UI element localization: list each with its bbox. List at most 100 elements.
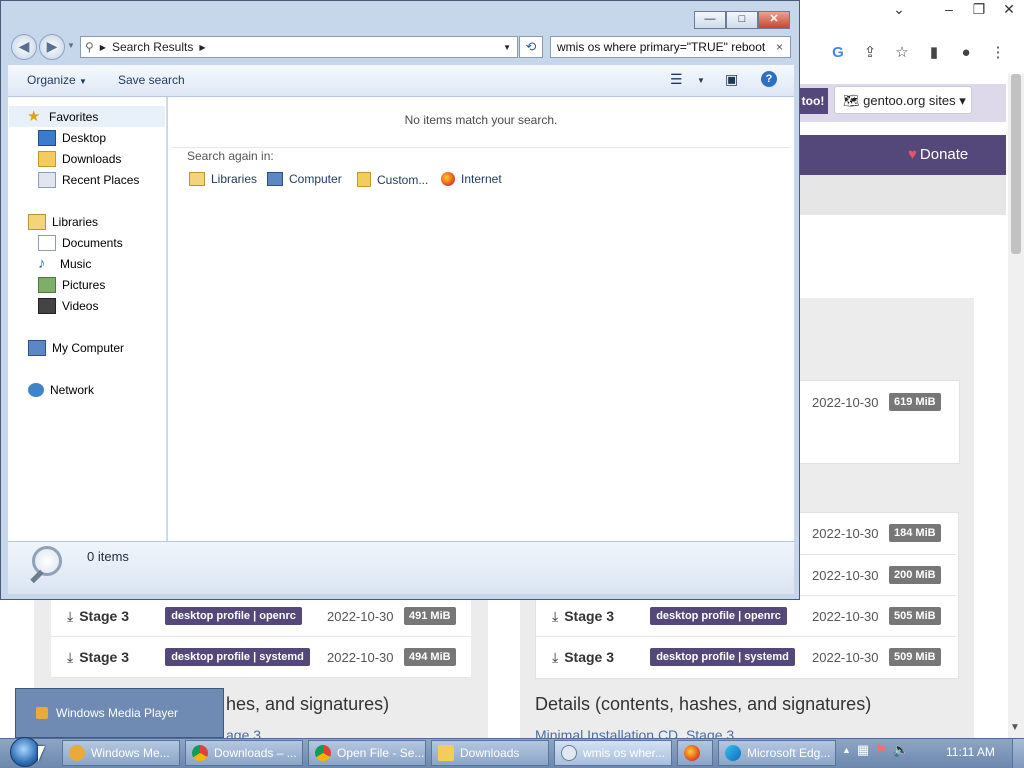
taskbar-microsoft-edge[interactable]: Microsoft Edg... — [718, 740, 836, 766]
browser-menu-icon[interactable]: ⋮ — [986, 40, 1010, 64]
browser-close-button[interactable]: ✕ — [994, 0, 1024, 18]
release-date: 2022-10-30 — [327, 649, 394, 665]
sidebar-item-label: Documents — [62, 235, 123, 250]
sidebar-item-favorites[interactable]: ★ Favorites — [9, 106, 165, 127]
forward-button[interactable]: ▶ — [39, 34, 65, 60]
breadcrumb-separator-icon[interactable]: ▶ — [199, 43, 205, 52]
close-button[interactable]: ✕ — [758, 11, 790, 29]
sidebar-item-pictures[interactable]: Pictures — [8, 274, 105, 295]
search-again-computer[interactable]: Computer — [267, 172, 342, 186]
search-again-custom[interactable]: Custom... — [357, 172, 428, 187]
sidebar-item-computer[interactable]: My Computer — [8, 337, 124, 358]
search-again-internet[interactable]: Internet — [441, 172, 502, 186]
table-row: ⤓ Stage 3 desktop profile | openrc 2022-… — [51, 595, 471, 636]
stage-label[interactable]: Stage 3 — [564, 608, 650, 624]
help-icon[interactable]: ? — [761, 71, 777, 87]
taskbar-explorer-downloads[interactable]: Downloads — [431, 740, 549, 766]
address-bar[interactable]: ⚲ ▶ Search Results ▶ ▼ — [80, 36, 518, 58]
sidebar-item-videos[interactable]: Videos — [8, 295, 98, 316]
donate-link[interactable]: ♥ Donate — [908, 146, 968, 163]
gentoo-get-button[interactable]: too! — [798, 88, 828, 114]
custom-folder-icon — [357, 172, 371, 187]
bookmark-star-icon[interactable]: ☆ — [890, 40, 914, 64]
profile-badge: desktop profile | openrc — [650, 607, 787, 625]
popup-item-label: Windows Media Player — [56, 706, 179, 720]
stage-label[interactable]: Stage 3 — [564, 649, 650, 665]
start-button[interactable] — [10, 737, 40, 767]
tray-expand-icon[interactable]: ▲ — [842, 745, 851, 755]
search-again-libraries[interactable]: Libraries — [189, 172, 257, 186]
download-icon[interactable]: ⤓ — [67, 649, 73, 666]
explorer-window: — □ ✕ ◀ ▶ ▼ ⚲ ▶ Search Results ▶ ▼ ⟲ wmi… — [0, 0, 800, 600]
release-date: 2022-10-30 — [327, 608, 394, 624]
details-heading: hes, and signatures) — [226, 694, 390, 714]
media-player-icon — [69, 745, 85, 761]
stage-label[interactable]: Stage 3 — [79, 649, 165, 665]
taskbar-chrome-open-file[interactable]: Open File - Se... — [308, 740, 426, 766]
navigation-pane: ★ Favorites Desktop Downloads Recent Pla… — [8, 97, 167, 541]
view-dropdown-icon[interactable]: ▼ — [697, 76, 705, 85]
volume-icon[interactable]: 🔈 — [893, 742, 909, 758]
sidebar-item-documents[interactable]: Documents — [8, 232, 123, 253]
recent-pages-chevron-icon[interactable]: ▼ — [67, 41, 75, 50]
caret-down-icon: ▾ — [959, 93, 966, 108]
firefox-icon — [441, 172, 455, 186]
sidebar-item-recent-places[interactable]: Recent Places — [8, 169, 139, 190]
stage-label[interactable]: Stage 3 — [79, 608, 165, 624]
music-icon: ♪ — [38, 254, 46, 272]
search-input[interactable]: wmis os where primary="TRUE" reboot × — [550, 36, 791, 58]
sidebar-item-music[interactable]: ♪ Music — [8, 253, 91, 274]
system-tray: ▲ ▦ ⚑ 🔈 — [842, 742, 909, 758]
refresh-button[interactable]: ⟲ — [519, 36, 543, 58]
tab-list-chevron-icon[interactable]: ⌄ — [884, 0, 914, 18]
profile-avatar-icon[interactable]: ● — [954, 40, 978, 64]
windows-media-player-item[interactable]: Windows Media Player — [20, 700, 218, 726]
address-dropdown-icon[interactable]: ▼ — [503, 43, 511, 52]
browser-scrollbar[interactable] — [1008, 74, 1024, 740]
release-date: 2022-10-30 — [812, 649, 879, 665]
maximize-button[interactable]: □ — [726, 11, 758, 29]
download-icon[interactable]: ⤓ — [67, 608, 73, 625]
browser-restore-button[interactable]: ❐ — [964, 0, 994, 18]
share-icon[interactable]: ⇪ — [858, 40, 882, 64]
back-button[interactable]: ◀ — [11, 34, 37, 60]
taskbar-chrome-downloads[interactable]: Downloads – ... — [185, 740, 303, 766]
download-icon[interactable]: ⤓ — [552, 649, 558, 666]
size-badge: 491 MiB — [404, 607, 456, 625]
taskbar-search-results[interactable]: wmis os wher... — [554, 740, 672, 766]
taskbar-firefox[interactable] — [677, 740, 713, 766]
browser-minimize-button[interactable]: – — [934, 0, 964, 18]
sidebar-item-label: Videos — [62, 298, 99, 313]
results-pane: No items match your search. Search again… — [168, 97, 794, 541]
mouse-cursor-icon — [38, 746, 45, 762]
minimize-button[interactable]: — — [694, 11, 726, 29]
breadcrumb[interactable]: Search Results — [112, 40, 193, 54]
taskbar-windows-media-player[interactable]: Windows Me... — [62, 740, 180, 766]
desktop-icon — [38, 129, 56, 146]
sidebar-item-label: Network — [50, 382, 95, 397]
gentoo-sites-dropdown[interactable]: 🗺 gentoo.org sites ▾ — [834, 86, 972, 114]
preview-pane-icon[interactable]: ▣ — [725, 71, 738, 88]
clear-search-icon[interactable]: × — [776, 37, 783, 57]
sidebar-item-network[interactable]: Network — [8, 379, 94, 400]
save-search-button[interactable]: Save search — [118, 73, 185, 87]
sidebar-item-desktop[interactable]: Desktop — [8, 127, 106, 148]
star-icon: ★ — [27, 107, 41, 125]
google-icon[interactable]: G — [826, 40, 850, 64]
sidebar-item-downloads[interactable]: Downloads — [8, 148, 121, 169]
scrollbar-thumb[interactable] — [1011, 74, 1021, 254]
action-center-icon[interactable]: ⚑ — [875, 742, 887, 758]
network-tray-icon[interactable]: ▦ — [857, 742, 869, 758]
taskbar-clock[interactable]: 11:11 AM — [946, 745, 995, 759]
download-icon[interactable]: ⤓ — [552, 608, 558, 625]
view-options-icon[interactable]: ☰ — [670, 71, 683, 88]
sidebar-item-libraries[interactable]: Libraries — [8, 211, 98, 232]
firefox-icon — [684, 745, 700, 761]
organize-button[interactable]: Organize ▼ — [27, 73, 87, 87]
show-desktop-button[interactable] — [1012, 739, 1024, 768]
side-panel-icon[interactable]: ▮ — [922, 40, 946, 64]
breadcrumb-separator-icon[interactable]: ▶ — [100, 43, 106, 52]
taskbar-button-label: Windows Me... — [91, 746, 170, 760]
scroll-down-arrow-icon[interactable]: ▼ — [1010, 722, 1020, 733]
taskbar-button-label: Microsoft Edg... — [747, 746, 831, 760]
